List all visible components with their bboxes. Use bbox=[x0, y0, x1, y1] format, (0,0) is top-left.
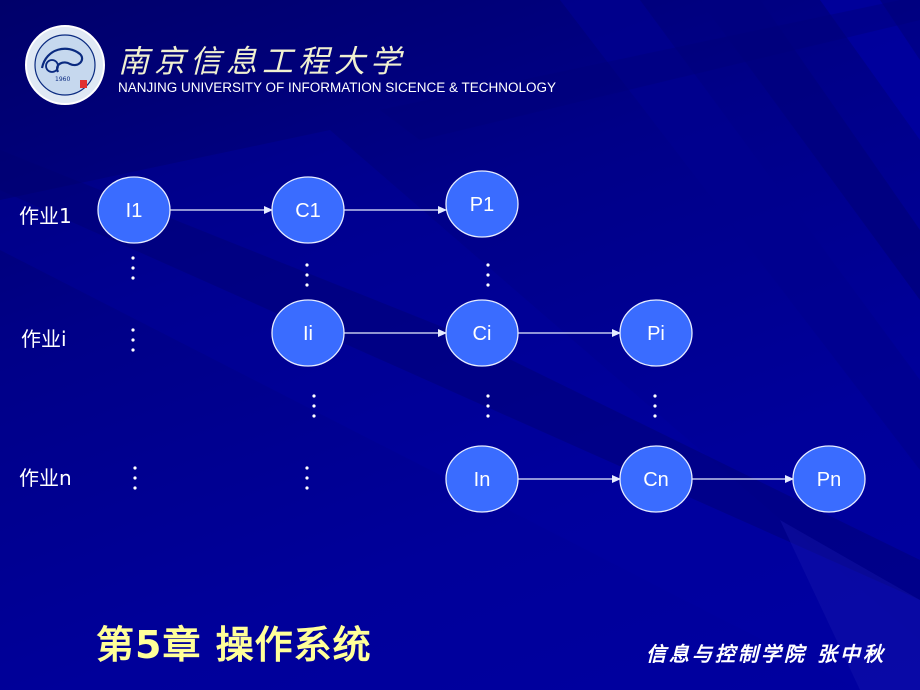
node-ii: Ii bbox=[271, 299, 345, 367]
ellipsis-dot bbox=[133, 466, 137, 470]
ellipsis-dot bbox=[305, 486, 309, 490]
ellipsis-dot bbox=[305, 263, 309, 267]
ellipsis-dot bbox=[131, 256, 135, 260]
node-label: In bbox=[474, 469, 491, 491]
job-flow-diagram: I1 C1 P1 Ii Ci Pi In Cn Pn bbox=[97, 170, 866, 513]
slide: 1960 南京信息工程大学 NANJING UNIVERSITY OF INFO… bbox=[0, 0, 920, 690]
node-label: Ci bbox=[473, 323, 492, 345]
ellipsis-dot bbox=[486, 414, 490, 418]
ellipsis-dot bbox=[305, 476, 309, 480]
ellipsis-vertical-icon bbox=[486, 394, 490, 418]
ellipsis-dot bbox=[131, 276, 135, 280]
ellipsis-dot bbox=[653, 394, 657, 398]
node-in: In bbox=[445, 445, 519, 513]
author-credit: 信息与控制学院 张中秋 bbox=[646, 642, 886, 666]
ellipsis-dot bbox=[653, 414, 657, 418]
ellipsis-dot bbox=[312, 394, 316, 398]
node-label: P1 bbox=[470, 194, 494, 216]
ellipsis-vertical-icon bbox=[305, 263, 309, 287]
ellipsis-dot bbox=[486, 283, 490, 287]
ellipsis-dot bbox=[305, 466, 309, 470]
ellipsis-vertical-icon bbox=[133, 466, 137, 490]
node-cn: Cn bbox=[619, 445, 693, 513]
node-label: C1 bbox=[295, 200, 321, 222]
chapter-title: 第5章 操作系统 bbox=[96, 623, 372, 667]
ellipsis-dot bbox=[133, 486, 137, 490]
ellipsis-dot bbox=[131, 348, 135, 352]
node-pn: Pn bbox=[792, 445, 866, 513]
ellipsis-vertical-icon bbox=[131, 328, 135, 352]
ellipsis-dot bbox=[131, 266, 135, 270]
ellipsis-dot bbox=[486, 394, 490, 398]
ellipsis-dot bbox=[305, 283, 309, 287]
ellipsis-dot bbox=[486, 404, 490, 408]
ellipsis-vertical-icon bbox=[653, 394, 657, 418]
ellipsis-dot bbox=[305, 273, 309, 277]
ellipsis-dot bbox=[131, 328, 135, 332]
ellipsis-vertical-icon bbox=[131, 256, 135, 280]
ellipsis-dot bbox=[486, 263, 490, 267]
node-ci: Ci bbox=[445, 299, 519, 367]
ellipsis-dot bbox=[653, 404, 657, 408]
node-i1: I1 bbox=[97, 176, 171, 244]
node-label: Pn bbox=[817, 469, 841, 491]
ellipsis-dot bbox=[131, 338, 135, 342]
node-label: Ii bbox=[303, 323, 313, 345]
node-c1: C1 bbox=[271, 176, 345, 244]
ellipsis-vertical-icon bbox=[305, 466, 309, 490]
node-label: Pi bbox=[647, 323, 665, 345]
ellipsis-vertical-icon bbox=[312, 394, 316, 418]
node-label: I1 bbox=[126, 200, 143, 222]
ellipsis-dot bbox=[312, 414, 316, 418]
node-label: Cn bbox=[643, 469, 669, 491]
node-p1: P1 bbox=[445, 170, 519, 238]
node-pi: Pi bbox=[619, 299, 693, 367]
ellipsis-vertical-icon bbox=[486, 263, 490, 287]
ellipsis-dot bbox=[486, 273, 490, 277]
ellipsis-dot bbox=[133, 476, 137, 480]
ellipsis-dot bbox=[312, 404, 316, 408]
